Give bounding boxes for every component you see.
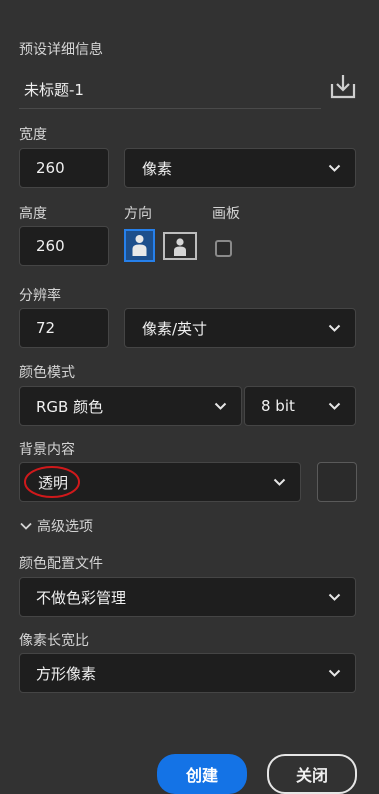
bit-depth-value: 8 bit: [261, 397, 295, 415]
artboard-label: 画板: [212, 206, 240, 222]
color-mode-label: 颜色模式: [19, 365, 75, 381]
resolution-value: 72: [36, 319, 56, 337]
resolution-input[interactable]: 72: [19, 308, 109, 348]
chevron-down-icon: [20, 522, 32, 530]
chevron-down-icon: [328, 322, 341, 334]
save-preset-icon[interactable]: [328, 72, 358, 102]
chevron-down-icon: [273, 476, 286, 488]
pixel-aspect-value: 方形像素: [36, 664, 97, 683]
color-profile-select[interactable]: 不做色彩管理: [19, 577, 356, 617]
chevron-down-icon: [328, 591, 341, 603]
width-input[interactable]: 260: [19, 148, 109, 188]
landscape-orientation-button[interactable]: [163, 232, 197, 260]
resolution-unit-value: 像素/英寸: [142, 319, 208, 338]
artboard-checkbox[interactable]: [215, 240, 232, 257]
advanced-options-toggle[interactable]: 高级选项: [20, 516, 93, 536]
color-mode-value: RGB 颜色: [36, 397, 104, 416]
bit-depth-select[interactable]: 8 bit: [244, 386, 356, 426]
orientation-label: 方向: [124, 206, 152, 222]
height-label: 高度: [19, 206, 47, 222]
height-value: 260: [36, 237, 65, 255]
chevron-down-icon: [214, 400, 227, 412]
background-contents-value: 透明: [38, 473, 69, 492]
landscape-icon: [174, 238, 186, 256]
create-button[interactable]: 创建: [157, 754, 247, 794]
color-profile-value: 不做色彩管理: [36, 588, 127, 607]
width-unit-select[interactable]: 像素: [124, 148, 356, 188]
width-value: 260: [36, 159, 65, 177]
chevron-down-icon: [328, 667, 341, 679]
resolution-label: 分辨率: [19, 288, 61, 304]
portrait-orientation-button[interactable]: [124, 229, 155, 262]
pixel-aspect-label: 像素长宽比: [19, 633, 89, 649]
resolution-unit-select[interactable]: 像素/英寸: [124, 308, 356, 348]
chevron-down-icon: [328, 400, 341, 412]
advanced-options-label: 高级选项: [37, 519, 93, 535]
background-color-swatch[interactable]: [317, 462, 357, 502]
width-unit-value: 像素: [142, 159, 173, 178]
color-mode-select[interactable]: RGB 颜色: [19, 386, 242, 426]
close-button[interactable]: 关闭: [267, 754, 357, 794]
pixel-aspect-select[interactable]: 方形像素: [19, 653, 356, 693]
document-title-input[interactable]: 未标题-1: [19, 70, 321, 109]
document-title-value: 未标题-1: [24, 80, 84, 99]
preset-details-label: 预设详细信息: [19, 42, 103, 58]
chevron-down-icon: [328, 162, 341, 174]
width-label: 宽度: [19, 127, 47, 143]
portrait-icon: [132, 235, 147, 256]
height-input[interactable]: 260: [19, 226, 109, 266]
background-contents-label: 背景内容: [19, 442, 75, 458]
color-profile-label: 颜色配置文件: [19, 556, 103, 572]
